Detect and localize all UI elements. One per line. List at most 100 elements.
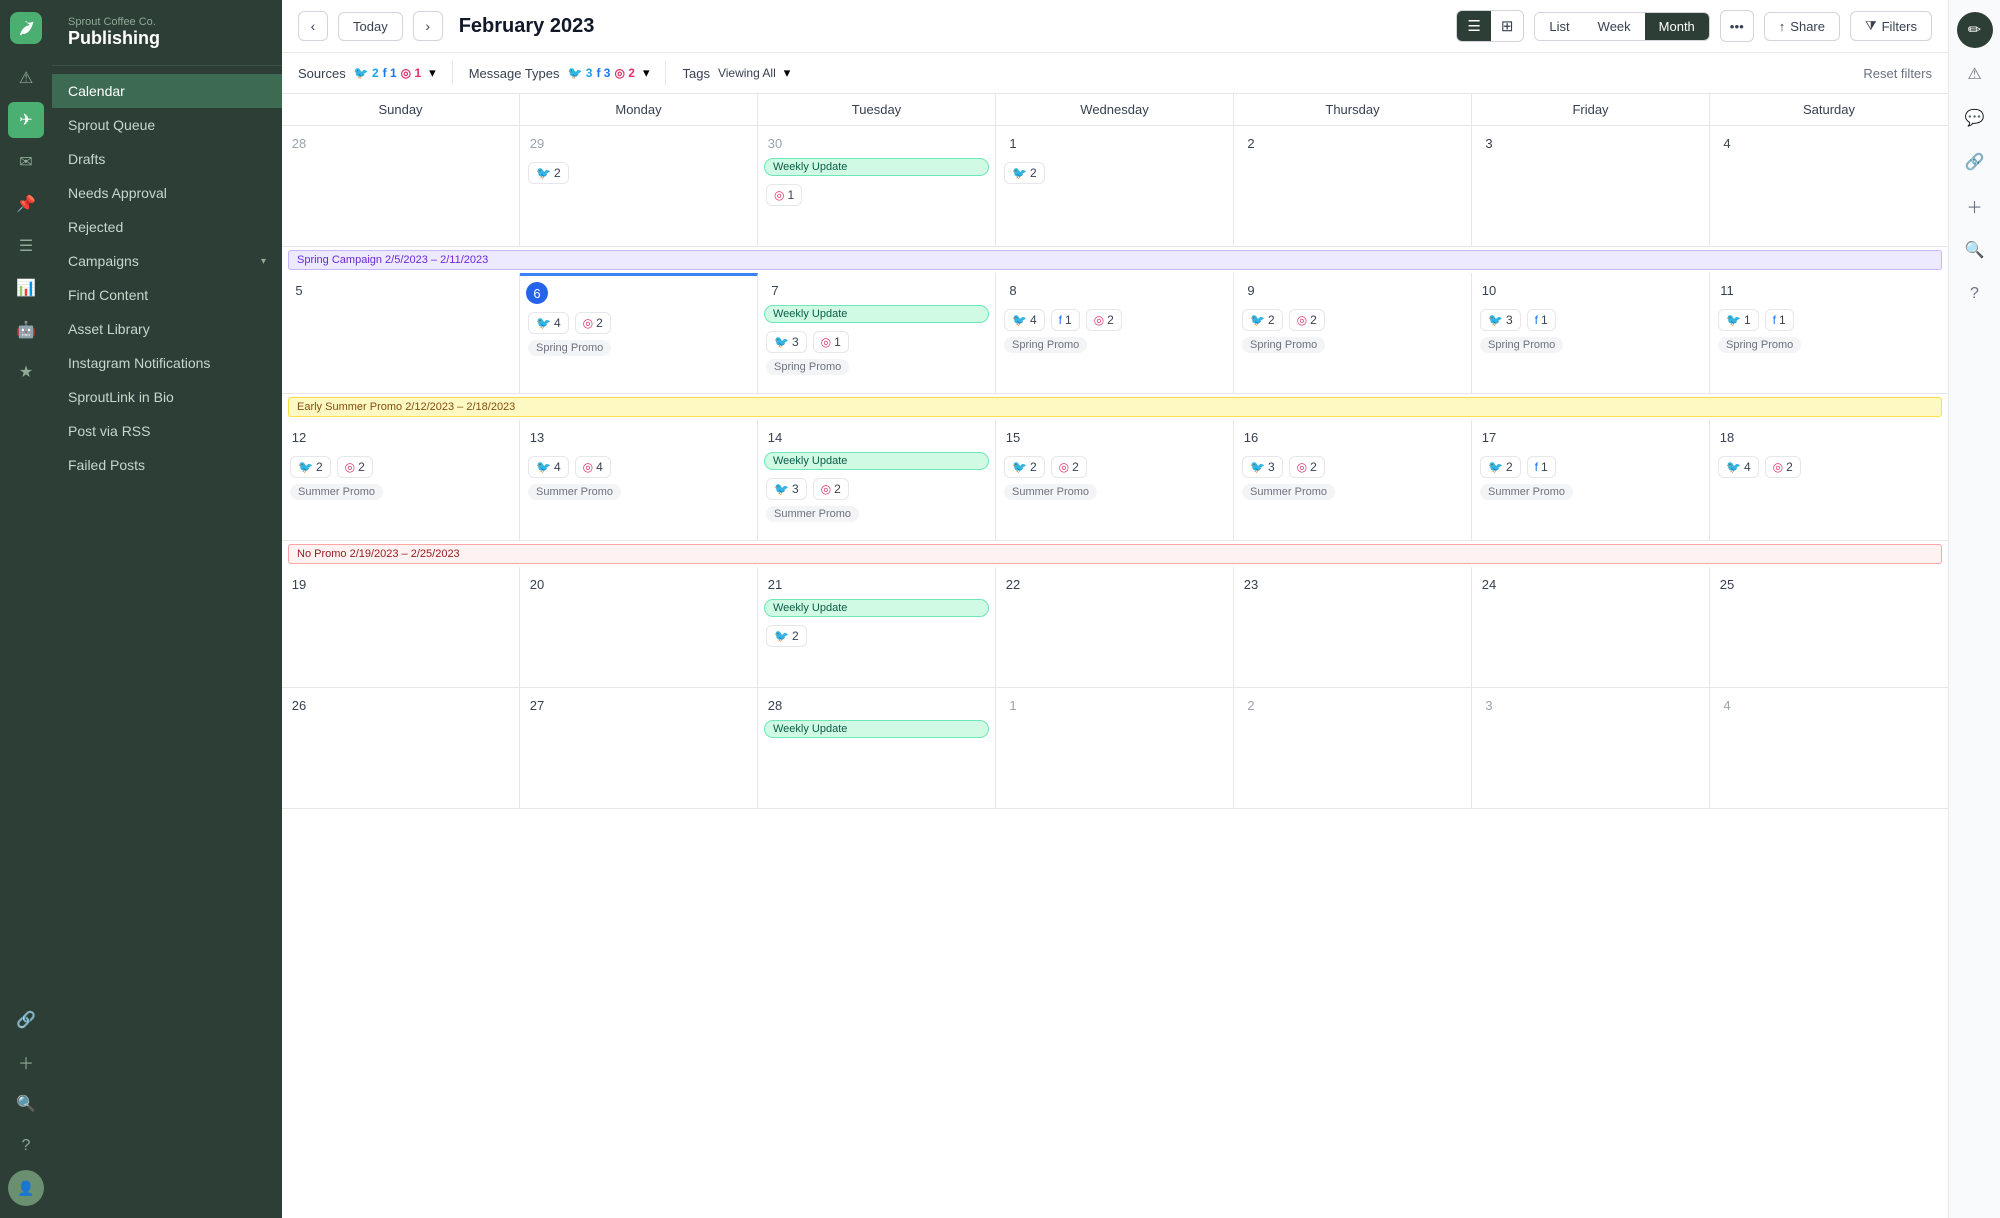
plus-icon[interactable]: ＋ — [8, 1044, 44, 1080]
post-badge[interactable]: 🐦4 — [1004, 309, 1045, 331]
day-cell[interactable]: 18🐦4◎2 — [1710, 420, 1948, 540]
campaign-bar[interactable]: No Promo 2/19/2023 – 2/25/2023 — [288, 544, 1942, 564]
post-badge[interactable]: 🐦2 — [1004, 456, 1045, 478]
post-badge[interactable]: ◎2 — [1765, 456, 1801, 478]
post-badge[interactable]: f1 — [1527, 456, 1556, 478]
promo-label[interactable]: Spring Promo — [1004, 337, 1087, 353]
day-cell[interactable]: 25 — [1710, 567, 1948, 687]
list-btn[interactable]: List — [1535, 13, 1583, 40]
reset-filters-btn[interactable]: Reset filters — [1863, 66, 1932, 81]
day-cell[interactable]: 4 — [1710, 126, 1948, 246]
alert-right-icon[interactable]: ⚠ — [1957, 56, 1993, 92]
bot-icon[interactable]: 🤖 — [8, 312, 44, 348]
day-cell[interactable]: 3 — [1472, 126, 1710, 246]
tags-filter[interactable]: Tags Viewing All ▾ — [682, 65, 790, 81]
promo-label[interactable]: Spring Promo — [1480, 337, 1563, 353]
promo-label[interactable]: Spring Promo — [766, 359, 849, 375]
day-cell[interactable]: 22 — [996, 567, 1234, 687]
user-avatar[interactable]: 👤 — [8, 1170, 44, 1206]
nav-item-instagram-notifications[interactable]: Instagram Notifications — [52, 346, 282, 380]
day-cell[interactable]: 23 — [1234, 567, 1472, 687]
post-badge[interactable]: f1 — [1765, 309, 1794, 331]
campaign-bar[interactable]: Spring Campaign 2/5/2023 – 2/11/2023 — [288, 250, 1942, 270]
prev-btn[interactable]: ‹ — [298, 11, 328, 41]
day-cell[interactable]: 12🐦2◎2Summer Promo — [282, 420, 520, 540]
expand-view-btn[interactable]: ⊞ — [1491, 11, 1524, 41]
search-right-icon[interactable]: 🔍 — [1957, 232, 1993, 268]
promo-label[interactable]: Summer Promo — [1004, 484, 1097, 500]
post-badge[interactable]: 🐦4 — [528, 312, 569, 334]
promo-label[interactable]: Summer Promo — [528, 484, 621, 500]
day-cell[interactable]: 16🐦3◎2Summer Promo — [1234, 420, 1472, 540]
day-cell[interactable]: 15🐦2◎2Summer Promo — [996, 420, 1234, 540]
day-cell[interactable]: 27 — [520, 688, 758, 808]
day-cell[interactable]: 14Weekly Update🐦3◎2Summer Promo — [758, 420, 996, 540]
post-badge[interactable]: ◎2 — [1086, 309, 1122, 331]
promo-label[interactable]: Spring Promo — [1718, 337, 1801, 353]
nav-item-find-content[interactable]: Find Content — [52, 278, 282, 312]
help-right-icon[interactable]: ? — [1957, 276, 1993, 312]
add-right-icon[interactable]: ＋ — [1957, 188, 1993, 224]
day-cell[interactable]: 8🐦4f1◎2Spring Promo — [996, 273, 1234, 393]
promo-label[interactable]: Spring Promo — [1242, 337, 1325, 353]
post-badge[interactable]: ◎1 — [813, 331, 849, 353]
post-badge[interactable]: ◎4 — [575, 456, 611, 478]
post-badge[interactable]: 🐦2 — [1004, 162, 1045, 184]
promo-label[interactable]: Spring Promo — [528, 340, 611, 356]
event-pill[interactable]: Weekly Update — [764, 305, 989, 323]
day-cell[interactable]: 3 — [1472, 688, 1710, 808]
post-badge[interactable]: 🐦3 — [1242, 456, 1283, 478]
day-cell[interactable]: 19 — [282, 567, 520, 687]
more-btn[interactable]: ••• — [1720, 10, 1754, 42]
day-cell[interactable]: 13🐦4◎4Summer Promo — [520, 420, 758, 540]
link-icon[interactable]: 🔗 — [8, 1002, 44, 1038]
post-badge[interactable]: ◎2 — [813, 478, 849, 500]
promo-label[interactable]: Summer Promo — [766, 506, 859, 522]
promo-label[interactable]: Summer Promo — [1480, 484, 1573, 500]
analytics-icon[interactable]: 📊 — [8, 270, 44, 306]
campaign-bar[interactable]: Early Summer Promo 2/12/2023 – 2/18/2023 — [288, 397, 1942, 417]
day-cell[interactable]: 26 — [282, 688, 520, 808]
day-cell[interactable]: 28Weekly Update — [758, 688, 996, 808]
post-badge[interactable]: ◎2 — [1289, 456, 1325, 478]
day-cell[interactable]: 2 — [1234, 126, 1472, 246]
next-btn[interactable]: › — [413, 11, 443, 41]
post-badge[interactable]: 🐦2 — [1480, 456, 1521, 478]
day-cell[interactable]: 9🐦2◎2Spring Promo — [1234, 273, 1472, 393]
day-cell[interactable]: 5 — [282, 273, 520, 393]
event-pill[interactable]: Weekly Update — [764, 452, 989, 470]
pin-icon[interactable]: 📌 — [8, 186, 44, 222]
menu-icon[interactable]: ☰ — [8, 228, 44, 264]
day-cell[interactable]: 1🐦2 — [996, 126, 1234, 246]
inbox-icon[interactable]: ✉ — [8, 144, 44, 180]
post-badge[interactable]: 🐦4 — [528, 456, 569, 478]
publishing-icon[interactable]: ✈ — [8, 102, 44, 138]
nav-item-sproutlink-in-bio[interactable]: SproutLink in Bio — [52, 380, 282, 414]
post-badge[interactable]: 🐦2 — [1242, 309, 1283, 331]
post-badge[interactable]: 🐦2 — [290, 456, 331, 478]
event-pill[interactable]: Weekly Update — [764, 158, 989, 176]
today-btn[interactable]: Today — [338, 12, 403, 41]
day-cell[interactable]: 20 — [520, 567, 758, 687]
compose-btn[interactable]: ✏ — [1957, 12, 1993, 48]
day-cell[interactable]: 21Weekly Update🐦2 — [758, 567, 996, 687]
day-cell[interactable]: 6🐦4◎2Spring Promo — [520, 273, 758, 393]
nav-item-drafts[interactable]: Drafts — [52, 142, 282, 176]
day-cell[interactable]: 24 — [1472, 567, 1710, 687]
nav-item-asset-library[interactable]: Asset Library — [52, 312, 282, 346]
post-badge[interactable]: 🐦3 — [766, 478, 807, 500]
day-cell[interactable]: 28 — [282, 126, 520, 246]
post-badge[interactable]: 🐦1 — [1718, 309, 1759, 331]
post-badge[interactable]: 🐦2 — [528, 162, 569, 184]
post-badge[interactable]: ◎2 — [337, 456, 373, 478]
search-icon[interactable]: 🔍 — [8, 1086, 44, 1122]
post-badge[interactable]: 🐦2 — [766, 625, 807, 647]
post-badge[interactable]: 🐦3 — [1480, 309, 1521, 331]
post-badge[interactable]: ◎1 — [766, 184, 802, 206]
month-btn[interactable]: Month — [1645, 13, 1709, 40]
post-badge[interactable]: 🐦4 — [1718, 456, 1759, 478]
alert-icon[interactable]: ⚠ — [8, 60, 44, 96]
post-badge[interactable]: ◎2 — [575, 312, 611, 334]
post-badge[interactable]: f1 — [1051, 309, 1080, 331]
filters-btn[interactable]: ⧩ Filters — [1850, 11, 1932, 41]
